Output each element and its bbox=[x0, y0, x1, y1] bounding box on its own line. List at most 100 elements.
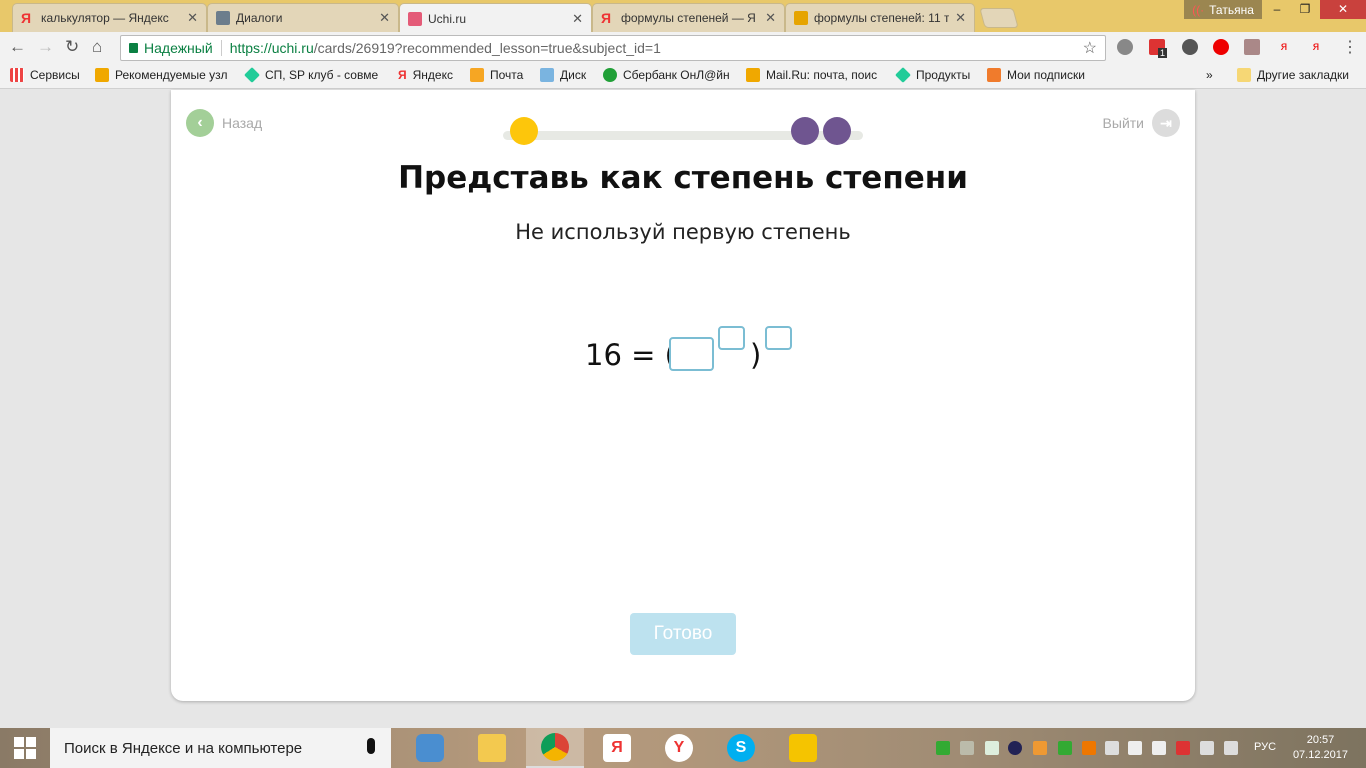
progress-step bbox=[791, 117, 819, 145]
equation-lhs: 16 = ( bbox=[585, 338, 676, 372]
taskbar-app[interactable] bbox=[774, 728, 832, 768]
bookmark-disk[interactable]: Диск bbox=[540, 68, 586, 82]
windows-icon bbox=[14, 737, 36, 759]
restore-button[interactable]: ❐ bbox=[1290, 0, 1320, 19]
microphone-icon[interactable] bbox=[367, 738, 375, 754]
other-bookmarks[interactable]: Другие закладки bbox=[1237, 68, 1349, 82]
tray-icon[interactable] bbox=[985, 741, 999, 755]
tray-icon[interactable] bbox=[1082, 741, 1096, 755]
menu-icon[interactable]: ⋮ bbox=[1342, 37, 1358, 57]
lock-icon bbox=[129, 43, 138, 53]
bookmark-mail[interactable]: Почта bbox=[470, 68, 523, 82]
clock[interactable]: 20:57 07.12.2017 bbox=[1293, 733, 1348, 763]
task-title: Представь как степень степени bbox=[398, 160, 968, 196]
lesson-progress bbox=[503, 117, 863, 145]
pdf-icon[interactable] bbox=[1244, 39, 1260, 55]
more-bookmarks-button[interactable]: » bbox=[1206, 68, 1213, 82]
yandex-icon: Я bbox=[398, 68, 407, 82]
yandex-extension-icon[interactable] bbox=[1213, 39, 1229, 55]
eye-extension-icon[interactable] bbox=[1117, 39, 1133, 55]
nvidia-icon[interactable] bbox=[1058, 741, 1072, 755]
yandex-icon[interactable]: я bbox=[1308, 39, 1324, 55]
sberbank-icon bbox=[603, 68, 617, 82]
bookmark-services[interactable]: Сервисы bbox=[10, 68, 80, 82]
chrome-icon bbox=[541, 733, 569, 761]
app-icon bbox=[789, 734, 817, 762]
start-button[interactable] bbox=[0, 728, 50, 768]
tab-formulas-search[interactable]: Я формулы степеней — Я ✕ bbox=[592, 3, 785, 32]
taskbar-yandex[interactable]: Я bbox=[588, 728, 646, 768]
profile-button[interactable]: ((· Татьяна bbox=[1184, 0, 1262, 19]
close-tab-icon[interactable]: ✕ bbox=[955, 10, 966, 26]
mail-extension-icon[interactable]: 1 bbox=[1149, 39, 1168, 58]
bluetooth-icon[interactable] bbox=[1008, 741, 1022, 755]
forward-arrow-icon[interactable]: → bbox=[37, 37, 54, 57]
bookmark-products[interactable]: Продукты bbox=[895, 67, 970, 83]
taskbar-yandex-browser[interactable]: Y bbox=[650, 728, 708, 768]
yandex-icon: Я bbox=[603, 734, 631, 762]
browser-titlebar: Я калькулятор — Яндекс ✕ Диалоги ✕ Uchi.… bbox=[0, 0, 1366, 33]
back-arrow-icon[interactable]: ← bbox=[9, 37, 26, 57]
taskbar-skype[interactable]: S bbox=[712, 728, 770, 768]
taskbar-chrome[interactable] bbox=[526, 728, 584, 768]
done-button[interactable]: Готово bbox=[630, 613, 736, 655]
bookmark-recommended[interactable]: Рекомендуемые узл bbox=[95, 68, 228, 82]
taskbar-volume-app[interactable] bbox=[401, 728, 459, 768]
close-tab-icon[interactable]: ✕ bbox=[572, 11, 583, 27]
check-icon[interactable] bbox=[936, 741, 950, 755]
new-tab-button[interactable] bbox=[979, 8, 1019, 28]
profile-icon: ((· bbox=[1192, 2, 1205, 17]
bookmark-star-icon[interactable]: ☆ bbox=[1083, 38, 1097, 58]
speaker-icon bbox=[416, 734, 444, 762]
tab-uchi[interactable]: Uchi.ru ✕ bbox=[399, 3, 592, 33]
windows-taskbar: Поиск в Яндексе и на компьютере Я Y S РУ… bbox=[0, 728, 1366, 768]
tab-calculator[interactable]: Я калькулятор — Яндекс ✕ bbox=[12, 3, 207, 32]
exit-button[interactable]: Выйти ⇥ bbox=[1103, 109, 1180, 137]
equation-close-paren: ) bbox=[750, 338, 762, 372]
tray-icon[interactable] bbox=[1176, 741, 1190, 755]
close-window-button[interactable]: ✕ bbox=[1320, 0, 1366, 19]
tab-dialogs[interactable]: Диалоги ✕ bbox=[207, 3, 399, 32]
tab-formulas-images[interactable]: формулы степеней: 11 т ✕ bbox=[785, 3, 975, 32]
task-subtitle: Не используй первую степень bbox=[515, 220, 851, 244]
yandex-icon: Я bbox=[21, 10, 32, 26]
volume-icon[interactable] bbox=[1105, 741, 1119, 755]
bookmark-subscriptions[interactable]: Мои подписки bbox=[987, 68, 1085, 82]
bookmarks-bar: Сервисы Рекомендуемые узл СП, SP клуб - … bbox=[0, 62, 1366, 89]
mailru-icon bbox=[746, 68, 760, 82]
battery-icon[interactable] bbox=[1200, 741, 1214, 755]
bookmark-yandex[interactable]: Я Яндекс bbox=[398, 68, 453, 82]
bookmark-sberbank[interactable]: Сбербанк ОнЛ@йн bbox=[603, 68, 730, 82]
address-bar[interactable]: Надежный https://uchi.ru/cards/26919?rec… bbox=[120, 35, 1106, 61]
exit-icon: ⇥ bbox=[1152, 109, 1180, 137]
inner-exponent-input[interactable] bbox=[718, 326, 745, 350]
tray-icon[interactable] bbox=[1033, 741, 1047, 755]
back-button[interactable]: ‹ Назад bbox=[186, 109, 262, 137]
evernote-icon[interactable] bbox=[1182, 39, 1198, 55]
taskbar-explorer[interactable] bbox=[463, 728, 521, 768]
taskbar-search[interactable]: Поиск в Яндексе и на компьютере bbox=[50, 728, 391, 768]
yandex-icon[interactable]: я bbox=[1276, 39, 1292, 55]
language-indicator[interactable]: РУС bbox=[1254, 741, 1276, 753]
flag-icon[interactable] bbox=[1152, 741, 1166, 755]
base-input[interactable] bbox=[669, 337, 714, 371]
bookmark-sp-club[interactable]: СП, SP клуб - совме bbox=[244, 67, 378, 83]
network-icon[interactable] bbox=[1224, 741, 1238, 755]
browser-toolbar: ← → ↻ ⌂ Надежный https://uchi.ru/cards/2… bbox=[0, 32, 1366, 62]
close-tab-icon[interactable]: ✕ bbox=[187, 10, 198, 26]
close-tab-icon[interactable]: ✕ bbox=[765, 10, 776, 26]
disk-icon bbox=[540, 68, 554, 82]
close-tab-icon[interactable]: ✕ bbox=[379, 10, 390, 26]
minimize-button[interactable]: – bbox=[1262, 0, 1292, 19]
home-icon[interactable]: ⌂ bbox=[92, 37, 102, 57]
tray-icon[interactable] bbox=[960, 741, 974, 755]
reload-icon[interactable]: ↻ bbox=[65, 37, 79, 57]
apps-icon bbox=[10, 68, 24, 82]
outer-exponent-input[interactable] bbox=[765, 326, 792, 350]
gem-icon bbox=[244, 67, 260, 83]
bookmark-mailru[interactable]: Mail.Ru: почта, поис bbox=[746, 68, 877, 82]
subscriptions-icon bbox=[987, 68, 1001, 82]
cloud-icon[interactable] bbox=[1128, 741, 1142, 755]
image-icon bbox=[794, 11, 808, 25]
skype-icon: S bbox=[727, 734, 755, 762]
